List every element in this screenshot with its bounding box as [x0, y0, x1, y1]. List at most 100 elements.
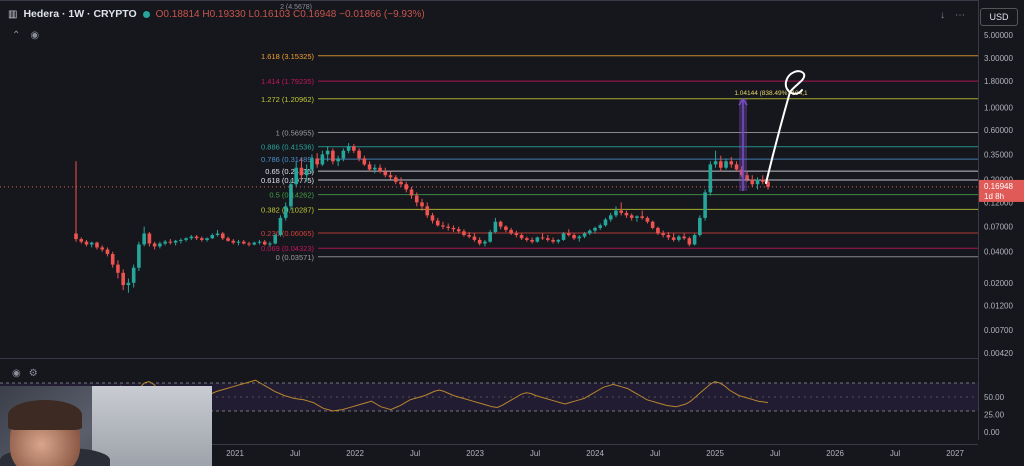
- candle-body[interactable]: [184, 238, 188, 240]
- candle-body[interactable]: [414, 195, 419, 203]
- candle-body[interactable]: [231, 240, 236, 243]
- candle-body[interactable]: [84, 241, 89, 245]
- candle-body[interactable]: [147, 233, 152, 244]
- candle-body[interactable]: [194, 236, 199, 239]
- candle-body[interactable]: [173, 240, 178, 243]
- candle-body[interactable]: [724, 161, 728, 168]
- candle-body[interactable]: [750, 179, 755, 185]
- candle-body[interactable]: [226, 238, 230, 241]
- candle-body[interactable]: [152, 243, 157, 247]
- candle-body[interactable]: [451, 227, 456, 230]
- candle-body[interactable]: [105, 249, 110, 255]
- candle-body[interactable]: [325, 150, 330, 155]
- currency-button[interactable]: USD: [980, 8, 1018, 26]
- candle-body[interactable]: [142, 233, 146, 245]
- candle-body[interactable]: [336, 158, 340, 162]
- candle-body[interactable]: [467, 235, 471, 237]
- candle-body[interactable]: [278, 217, 283, 236]
- candle-body[interactable]: [352, 146, 356, 151]
- candle-body[interactable]: [399, 181, 403, 185]
- candle-body[interactable]: [540, 237, 545, 239]
- candle-body[interactable]: [614, 210, 618, 216]
- candle-body[interactable]: [661, 233, 665, 236]
- candle-body[interactable]: [587, 230, 592, 234]
- candle-body[interactable]: [566, 233, 571, 236]
- candle-body[interactable]: [404, 184, 409, 190]
- candle-body[interactable]: [126, 282, 131, 286]
- candle-body[interactable]: [530, 239, 534, 242]
- candle-body[interactable]: [703, 192, 707, 218]
- candle-body[interactable]: [357, 150, 361, 159]
- candle-body[interactable]: [708, 164, 713, 193]
- candle-body[interactable]: [525, 238, 529, 240]
- candle-body[interactable]: [425, 206, 430, 216]
- candle-body[interactable]: [514, 233, 519, 236]
- candle-body[interactable]: [582, 233, 587, 237]
- candle-body[interactable]: [220, 233, 225, 239]
- candle-body[interactable]: [121, 272, 125, 286]
- candle-body[interactable]: [210, 235, 215, 239]
- candle-body[interactable]: [236, 241, 241, 243]
- eye-icon[interactable]: ◉: [30, 30, 39, 41]
- candle-body[interactable]: [472, 236, 477, 240]
- candle-body[interactable]: [509, 229, 513, 234]
- candle-body[interactable]: [650, 221, 655, 228]
- candle-body[interactable]: [483, 241, 487, 244]
- candle-body[interactable]: [462, 231, 466, 236]
- candle-body[interactable]: [593, 227, 597, 231]
- candle-body[interactable]: [713, 161, 718, 165]
- candle-body[interactable]: [493, 221, 498, 233]
- candle-body[interactable]: [645, 217, 650, 222]
- candle-body[interactable]: [734, 164, 739, 170]
- candle-body[interactable]: [388, 175, 393, 178]
- candle-body[interactable]: [320, 154, 325, 165]
- candle-body[interactable]: [519, 235, 524, 239]
- candle-body[interactable]: [74, 233, 78, 240]
- candle-body[interactable]: [687, 238, 692, 245]
- candle-body[interactable]: [163, 241, 167, 244]
- candle-body[interactable]: [268, 243, 272, 245]
- candle-body[interactable]: [477, 239, 482, 244]
- candle-body[interactable]: [556, 239, 561, 242]
- candle-body[interactable]: [393, 177, 398, 182]
- candle-body[interactable]: [116, 264, 120, 273]
- candle-body[interactable]: [373, 167, 377, 170]
- candle-body[interactable]: [409, 189, 414, 196]
- settings-icon[interactable]: ⚙: [29, 368, 38, 379]
- candle-body[interactable]: [656, 227, 660, 234]
- candle-body[interactable]: [257, 241, 262, 243]
- candle-body[interactable]: [79, 239, 84, 242]
- candle-body[interactable]: [158, 243, 162, 247]
- collapse-icon[interactable]: ⌃: [12, 30, 20, 41]
- chart-type-icon[interactable]: ▥: [8, 9, 17, 20]
- candle-body[interactable]: [299, 167, 304, 176]
- candle-body[interactable]: [624, 212, 629, 216]
- candle-body[interactable]: [110, 254, 115, 265]
- candle-body[interactable]: [89, 242, 94, 245]
- candle-body[interactable]: [100, 247, 105, 250]
- candle-body[interactable]: [619, 210, 624, 213]
- candle-body[interactable]: [635, 216, 639, 218]
- candle-body[interactable]: [603, 219, 608, 226]
- chevron-down-icon[interactable]: ↓: [940, 10, 945, 21]
- candle-body[interactable]: [205, 238, 209, 240]
- symbol-label[interactable]: Hedera · 1W · CRYPTO: [23, 8, 136, 20]
- candle-body[interactable]: [498, 221, 503, 227]
- candle-body[interactable]: [362, 158, 367, 165]
- candle-body[interactable]: [572, 235, 576, 239]
- candle-body[interactable]: [341, 150, 346, 159]
- candle-body[interactable]: [131, 267, 136, 283]
- candle-body[interactable]: [719, 161, 723, 168]
- candle-body[interactable]: [698, 217, 702, 236]
- candle-body[interactable]: [189, 236, 194, 239]
- candle-body[interactable]: [577, 236, 582, 239]
- more-icon[interactable]: ⋯: [955, 10, 965, 21]
- candle-body[interactable]: [682, 236, 686, 239]
- candle-body[interactable]: [677, 236, 681, 240]
- candle-body[interactable]: [551, 239, 555, 242]
- candle-body[interactable]: [671, 237, 676, 240]
- candle-body[interactable]: [200, 238, 204, 240]
- candle-body[interactable]: [310, 158, 314, 170]
- candle-body[interactable]: [346, 146, 351, 151]
- candle-body[interactable]: [446, 226, 451, 228]
